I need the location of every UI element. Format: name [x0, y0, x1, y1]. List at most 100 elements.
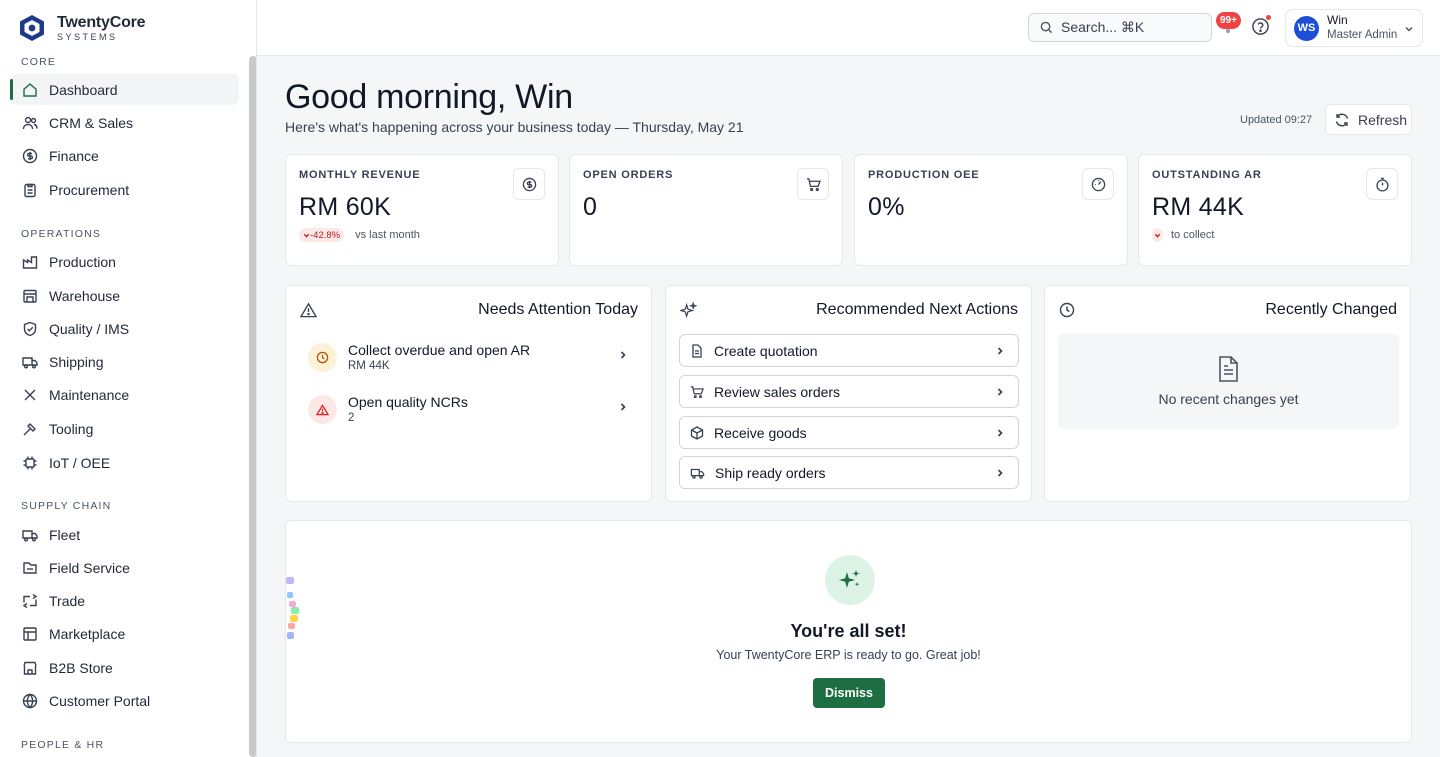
sidebar-item-iot-oee[interactable]: IoT / OEE [11, 447, 239, 478]
chevron-right-icon [997, 469, 1003, 477]
panel-title: Recently Changed [1265, 301, 1397, 318]
sidebar-item-quality-ims[interactable]: Quality / IMS [11, 313, 239, 344]
sidebar-item-procurement[interactable]: Procurement [11, 174, 239, 205]
arrow-down-icon [1154, 233, 1161, 238]
kpi-production-oee[interactable]: PRODUCTION OEE 0% [854, 154, 1128, 266]
dismiss-button[interactable]: Dismiss [813, 678, 885, 708]
sidebar-item-label: Tooling [49, 420, 94, 437]
chevron-right-icon [997, 429, 1003, 437]
sidebar-item-crm-sales[interactable]: CRM & Sales [11, 107, 239, 138]
kpi-monthly-revenue[interactable]: MONTHLY REVENUE RM 60K -42.8% vs last mo… [285, 154, 559, 266]
attention-title: Collect overdue and open AR [348, 342, 531, 358]
sidebar-item-trade[interactable]: Trade [11, 585, 239, 616]
attention-icon-badge [308, 343, 337, 372]
sidebar-item-tooling[interactable]: Tooling [11, 413, 239, 444]
sidebar-item-finance[interactable]: Finance [11, 140, 239, 171]
ship-ready-orders-button[interactable]: Ship ready orders [679, 456, 1019, 489]
home-icon [23, 82, 37, 97]
kpi-outstanding-ar[interactable]: OUTSTANDING AR RM 44K to collect [1138, 154, 1412, 266]
package-icon [690, 425, 704, 440]
sidebar-item-label: Marketplace [49, 625, 126, 642]
section-people-hr-label: PEOPLE & HR [21, 739, 105, 751]
chevron-right-icon [997, 347, 1003, 355]
sidebar-scrollbar[interactable] [249, 56, 256, 757]
review-sales-orders-button[interactable]: Review sales orders [679, 375, 1019, 408]
briefcase-icon [22, 593, 38, 608]
map-pin-icon [23, 561, 37, 574]
empty-state-text: No recent changes yet [1158, 391, 1299, 407]
sidebar-item-label: Production [49, 253, 116, 270]
user-menu[interactable]: WS Win Master Admin [1285, 9, 1423, 47]
dollar-icon [22, 148, 38, 163]
chip-icon [23, 456, 37, 469]
kpi-label: PRODUCTION OEE [868, 169, 980, 181]
brand-logo[interactable]: TwentyCore SYSTEMS [19, 13, 146, 42]
kpi-icon-box [1082, 168, 1114, 200]
brand-name: TwentyCore [57, 13, 146, 31]
attention-sub: RM 44K [348, 360, 390, 372]
chevron-right-icon [620, 403, 626, 411]
sidebar-item-warehouse[interactable]: Warehouse [11, 280, 239, 311]
kpi-open-orders[interactable]: OPEN ORDERS 0 [569, 154, 843, 266]
create-quotation-button[interactable]: Create quotation [679, 334, 1019, 367]
sidebar-item-label: Field Service [49, 559, 130, 576]
sidebar-item-label: Customer Portal [49, 692, 151, 709]
clock-icon [1059, 302, 1075, 318]
sidebar-item-label: B2B Store [49, 659, 113, 676]
sidebar-item-b2b-store[interactable]: B2B Store [11, 652, 239, 683]
sidebar-item-marketplace[interactable]: Marketplace [11, 618, 239, 649]
top-bar: Search... ⌘K 99+ WS Win Master Admin [257, 0, 1440, 56]
globe-icon [22, 693, 38, 708]
kpi-note: to collect [1171, 229, 1215, 241]
notifications-badge[interactable]: 99+ [1216, 12, 1241, 29]
kpi-value: 0 [583, 193, 598, 221]
receive-goods-button[interactable]: Receive goods [679, 416, 1019, 449]
timer-icon [1375, 177, 1389, 192]
kpi-value: RM 60K [299, 193, 392, 221]
search-input[interactable]: Search... ⌘K [1028, 13, 1212, 42]
sidebar-item-production[interactable]: Production [11, 246, 239, 277]
sidebar-item-label: Shipping [49, 353, 104, 370]
kpi-label: MONTHLY REVENUE [299, 169, 421, 181]
refresh-button[interactable]: Refresh [1325, 104, 1412, 135]
attention-item-collect-ar[interactable]: Collect overdue and open AR RM 44K [308, 342, 628, 382]
sparkles-icon [680, 302, 697, 319]
warehouse-icon [23, 289, 37, 303]
search-icon [1040, 21, 1053, 34]
alert-triangle-icon [300, 302, 317, 318]
shield-check-icon [23, 321, 37, 336]
attention-title: Open quality NCRs [348, 394, 468, 410]
hammer-icon [23, 422, 36, 435]
sparkles-badge [825, 555, 875, 605]
chevron-down-icon [1405, 26, 1413, 32]
help-alert-dot [1266, 15, 1271, 20]
sidebar-item-shipping[interactable]: Shipping [11, 346, 239, 377]
kpi-note: vs last month [355, 229, 420, 241]
delta-value: -42.8% [310, 229, 341, 241]
chevron-right-icon [620, 351, 626, 359]
arrow-down-icon [303, 233, 310, 238]
sidebar-item-field-service[interactable]: Field Service [11, 552, 239, 583]
action-label: Receive goods [714, 424, 807, 441]
attention-sub: 2 [348, 412, 355, 424]
panel-title: Recommended Next Actions [816, 301, 1018, 318]
attention-item-quality-ncrs[interactable]: Open quality NCRs 2 [308, 394, 628, 434]
user-role: Master Admin [1327, 29, 1398, 42]
sidebar-item-dashboard[interactable]: Dashboard [10, 74, 239, 105]
sidebar-item-fleet[interactable]: Fleet [11, 519, 239, 550]
bell-icon[interactable] [1225, 28, 1231, 34]
section-operations-label: OPERATIONS [21, 228, 102, 240]
wrench-icon [24, 389, 36, 400]
sidebar-item-maintenance[interactable]: Maintenance [11, 379, 239, 410]
page-title: Good morning, Win [285, 78, 573, 116]
file-icon [692, 343, 702, 358]
gauge-icon [1091, 177, 1105, 191]
logo-icon [20, 15, 44, 41]
dollar-circle-icon [522, 177, 536, 191]
sidebar-item-label: Trade [49, 592, 86, 609]
kpi-value: 0% [868, 193, 905, 221]
sidebar-item-label: Fleet [49, 526, 81, 543]
truck-icon [690, 468, 705, 479]
sidebar-item-label: Procurement [49, 181, 130, 198]
sidebar-item-customer-portal[interactable]: Customer Portal [11, 685, 239, 716]
